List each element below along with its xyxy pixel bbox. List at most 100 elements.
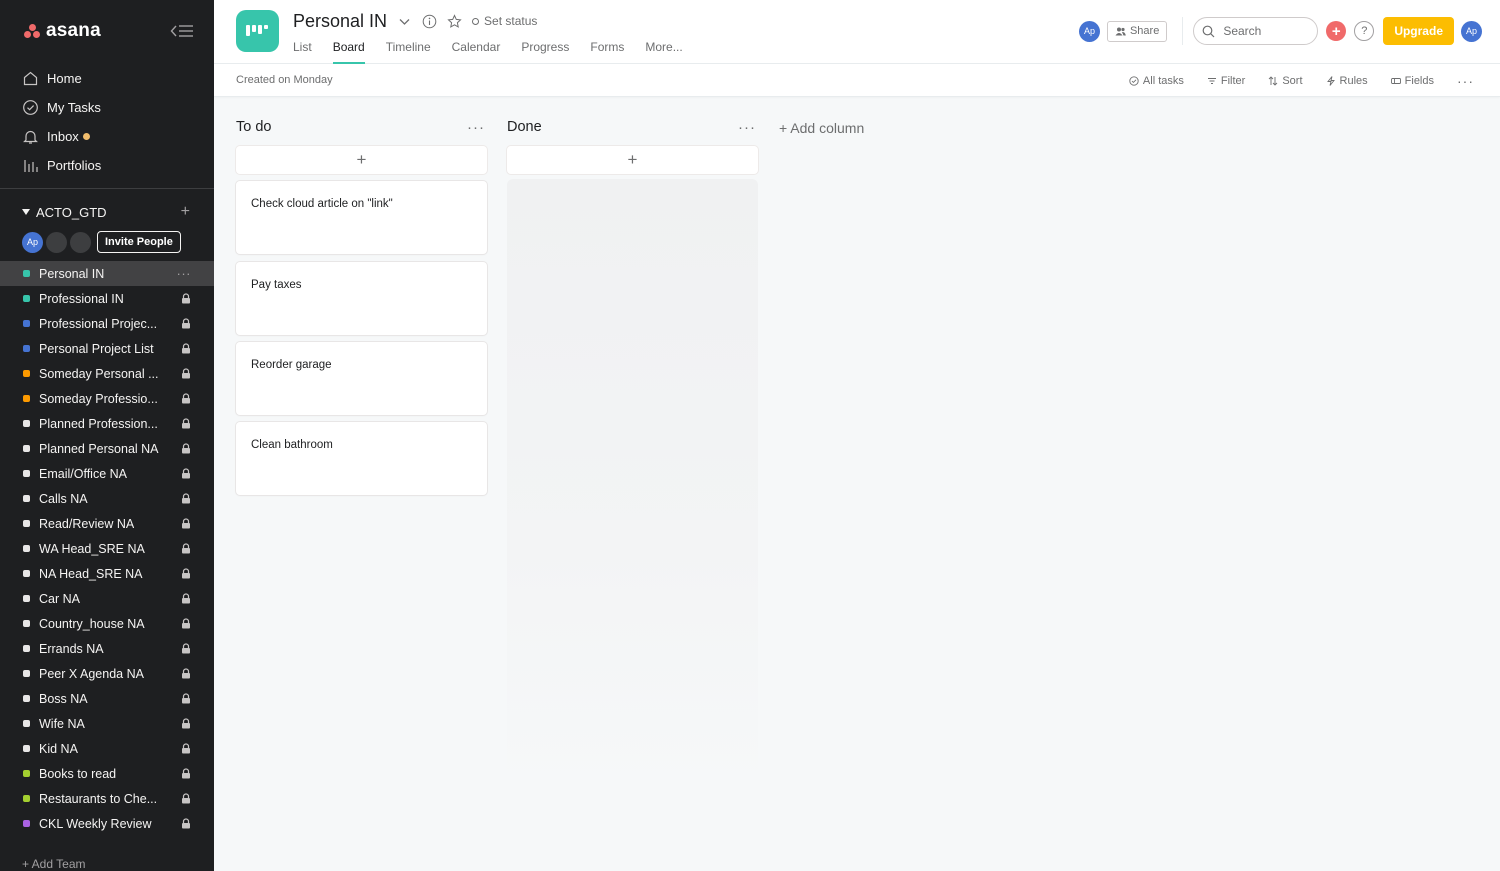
project-item-body: Planned Profession...: [23, 417, 158, 431]
add-task-button[interactable]: +: [236, 146, 487, 174]
project-item-body: Car NA: [23, 592, 80, 606]
status-circle-icon: [472, 17, 480, 25]
invite-people-button[interactable]: Invite People: [97, 231, 181, 253]
sidebar-project-item[interactable]: NA Head_SRE NA: [0, 561, 214, 586]
project-board-icon[interactable]: [236, 10, 279, 52]
quick-add-button[interactable]: +: [1326, 21, 1347, 41]
sidebar-project-item[interactable]: Someday Personal ...: [0, 361, 214, 386]
avatar[interactable]: Ap: [1078, 20, 1100, 42]
team-header[interactable]: ACTO_GTD +: [0, 195, 214, 229]
info-icon[interactable]: [422, 14, 437, 29]
project-name: NA Head_SRE NA: [39, 566, 143, 581]
sidebar-project-item[interactable]: Read/Review NA: [0, 511, 214, 536]
project-color-dot: [23, 695, 30, 702]
sidebar-project-item[interactable]: Professional Projec...: [0, 311, 214, 336]
sidebar-project-item[interactable]: Errands NA: [0, 636, 214, 661]
tab-timeline[interactable]: Timeline: [386, 40, 431, 64]
sidebar-project-item[interactable]: Professional IN: [0, 286, 214, 311]
tab-progress[interactable]: Progress: [521, 40, 569, 64]
sidebar-project-item[interactable]: Planned Profession...: [0, 411, 214, 436]
sidebar-project-item[interactable]: Boss NA: [0, 686, 214, 711]
all-tasks-button[interactable]: All tasks: [1129, 75, 1184, 87]
more-options-icon[interactable]: ···: [1457, 74, 1474, 88]
sidebar-project-item[interactable]: Email/Office NA: [0, 461, 214, 486]
sidebar-item-my-tasks[interactable]: My Tasks: [0, 93, 214, 122]
project-list: Personal IN ··· Professional IN Professiona…: [0, 261, 214, 836]
sidebar-project-item[interactable]: Books to read: [0, 761, 214, 786]
inbox-notification-dot: [82, 133, 90, 140]
project-name: Someday Professio...: [39, 391, 158, 406]
sidebar-nav: Home My Tasks Inbox Portfolios: [0, 62, 214, 189]
tab-calendar[interactable]: Calendar: [452, 40, 501, 64]
fields-button[interactable]: Fields: [1390, 75, 1434, 87]
asana-logo[interactable]: asana: [24, 20, 101, 42]
sidebar-item-portfolios[interactable]: Portfolios: [0, 151, 214, 180]
sidebar-project-item[interactable]: Planned Personal NA: [0, 436, 214, 461]
collapse-sidebar-icon[interactable]: [170, 23, 194, 39]
task-card[interactable]: Check cloud article on "link": [236, 181, 487, 254]
sidebar-project-item[interactable]: CKL Weekly Review: [0, 811, 214, 836]
sidebar-item-home[interactable]: Home: [0, 64, 214, 93]
tab-list[interactable]: List: [293, 40, 312, 64]
chevron-down-icon[interactable]: [397, 14, 412, 29]
sidebar-project-item[interactable]: Car NA: [0, 586, 214, 611]
bar-chart-icon: [24, 160, 38, 172]
task-card[interactable]: Reorder garage: [236, 342, 487, 415]
sidebar-project-item[interactable]: Wife NA: [0, 711, 214, 736]
avatar[interactable]: Ap: [22, 231, 43, 253]
search-placeholder: Search: [1223, 24, 1262, 38]
add-column-button[interactable]: + Add column: [779, 120, 864, 136]
project-name: Professional Projec...: [39, 316, 158, 331]
lightning-icon: [1326, 76, 1335, 86]
sidebar-project-item[interactable]: Someday Professio...: [0, 386, 214, 411]
lock-icon: [182, 818, 190, 829]
tab-forms[interactable]: Forms: [590, 40, 624, 64]
share-button[interactable]: Share: [1106, 20, 1168, 42]
sidebar-item-inbox[interactable]: Inbox: [0, 122, 214, 151]
project-color-dot: [23, 445, 30, 452]
sidebar-project-item[interactable]: Peer X Agenda NA: [0, 661, 214, 686]
help-button[interactable]: ?: [1354, 21, 1375, 41]
sidebar-project-item[interactable]: Calls NA: [0, 486, 214, 511]
rules-button[interactable]: Rules: [1326, 75, 1368, 87]
sidebar-project-item[interactable]: Kid NA: [0, 736, 214, 761]
task-card[interactable]: Pay taxes: [236, 262, 487, 335]
task-name: Clean bathroom: [251, 439, 333, 451]
tab-board[interactable]: Board: [332, 40, 365, 64]
check-circle-icon: [1129, 76, 1139, 86]
sidebar-project-item[interactable]: Personal IN ···: [0, 261, 214, 286]
column-more-icon[interactable]: ···: [467, 119, 485, 136]
sort-button[interactable]: Sort: [1268, 75, 1303, 87]
tab-more[interactable]: More...: [645, 40, 682, 64]
filter-button[interactable]: Filter: [1207, 75, 1245, 87]
project-name: Car NA: [39, 591, 80, 606]
board: To do ··· + Check cloud article on "link…: [214, 97, 1500, 871]
lock-icon: [182, 768, 190, 779]
caret-down-icon[interactable]: [22, 209, 30, 215]
team-members: Ap Invite People: [0, 229, 214, 255]
sidebar-header: asana: [0, 0, 214, 62]
project-item-body: Books to read: [23, 767, 116, 781]
add-project-icon[interactable]: +: [181, 204, 190, 220]
user-avatar[interactable]: Ap: [1461, 20, 1482, 42]
star-icon[interactable]: [447, 13, 462, 29]
add-team-button[interactable]: + Add Team: [22, 857, 86, 871]
project-item-body: Restaurants to Che...: [23, 792, 157, 806]
task-card[interactable]: Clean bathroom: [236, 422, 487, 495]
project-name: WA Head_SRE NA: [39, 541, 145, 556]
sidebar-project-item[interactable]: Restaurants to Che...: [0, 786, 214, 811]
project-name: Planned Personal NA: [39, 441, 159, 456]
project-more-icon[interactable]: ···: [177, 267, 192, 280]
view-tabs: List Board Timeline Calendar Progress Forms Mo…: [293, 40, 683, 64]
lock-icon: [182, 468, 190, 479]
sidebar-project-item[interactable]: Personal Project List: [0, 336, 214, 361]
project-header: Personal IN Set status List Board Timeline…: [214, 0, 1500, 64]
upgrade-button[interactable]: Upgrade: [1383, 17, 1454, 45]
sidebar-project-item[interactable]: WA Head_SRE NA: [0, 536, 214, 561]
search-input[interactable]: Search: [1193, 17, 1319, 45]
set-status-button[interactable]: Set status: [472, 14, 537, 28]
add-task-button[interactable]: +: [507, 146, 758, 174]
column-more-icon[interactable]: ···: [738, 119, 756, 136]
project-color-dot: [23, 320, 30, 327]
sidebar-project-item[interactable]: Country_house NA: [0, 611, 214, 636]
